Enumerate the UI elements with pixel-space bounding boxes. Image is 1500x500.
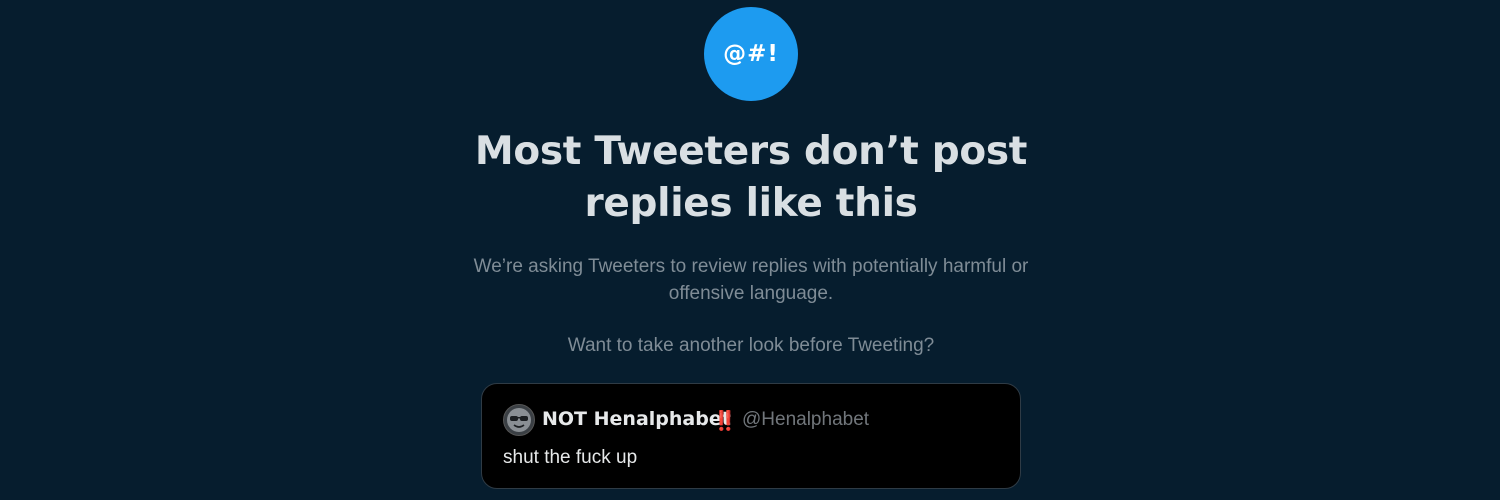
- reply-text: shut the fuck up: [503, 447, 638, 468]
- avatar-icon: [503, 404, 535, 436]
- question-text: Want to take another look before Tweetin…: [567, 335, 935, 356]
- sunglasses-face-icon: [507, 408, 531, 432]
- page-title: Most Tweeters don’t post replies like th…: [474, 129, 1028, 226]
- description-text: We’re asking Tweeters to review replies …: [473, 256, 1029, 304]
- offensive-language-icon: @#!: [704, 7, 798, 101]
- reply-preview-card: NOT Henalphabet ‼️ @Henalphabet shut the…: [481, 383, 1021, 489]
- author-handle: @Henalphabet: [742, 409, 870, 430]
- double-exclamation-icon: ‼️: [713, 410, 737, 432]
- reply-warning-screen: @#! Most Tweeters don’t post replies lik…: [0, 0, 1500, 500]
- author-name: NOT Henalphabet: [542, 408, 731, 430]
- badge-text: @#!: [723, 41, 779, 67]
